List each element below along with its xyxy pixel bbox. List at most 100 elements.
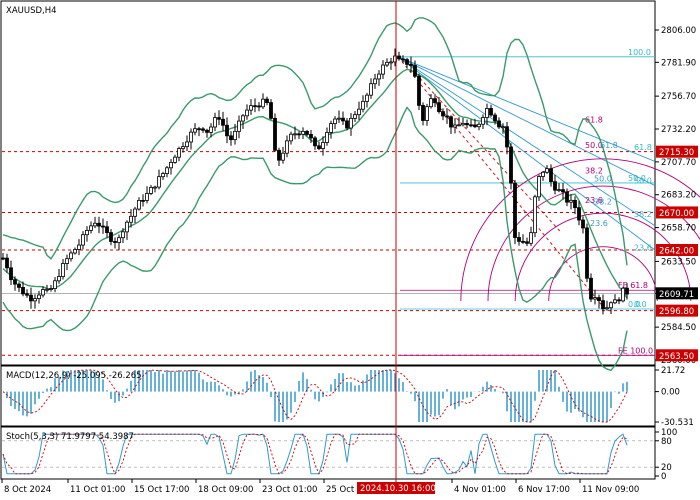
price-tick-label: 2683.20 <box>661 191 696 201</box>
time-tick-label: 11 Oct 01:00 <box>70 485 125 495</box>
candle-body <box>389 61 393 64</box>
candle-body <box>433 98 437 104</box>
candle-body <box>605 307 609 310</box>
candle-body <box>517 237 521 242</box>
candle-body <box>521 240 525 243</box>
candle-body <box>193 128 197 133</box>
candle-body <box>345 120 349 129</box>
candle-body <box>77 244 81 250</box>
candle-body <box>89 225 93 231</box>
candle-body <box>221 118 225 126</box>
candle-body <box>485 108 489 118</box>
candle-body <box>237 120 241 132</box>
candle-body <box>525 241 529 244</box>
candle-body <box>497 120 501 128</box>
candle-body <box>25 293 29 296</box>
candle-body <box>325 132 329 143</box>
candle-body <box>341 117 345 122</box>
candle-body <box>557 189 561 192</box>
candle-body <box>165 167 169 174</box>
time-tick-label: 23 Oct 01:00 <box>262 485 317 495</box>
candle-body <box>625 287 629 295</box>
candle-body <box>461 122 465 126</box>
candle-body <box>513 182 517 238</box>
candle-body <box>369 83 373 96</box>
fib-retracement-label: 100.0 <box>628 48 651 57</box>
candle-body <box>125 221 129 233</box>
candle-body <box>573 199 577 209</box>
candle-body <box>217 117 221 120</box>
candle-body <box>81 234 85 246</box>
candle-body <box>309 134 313 139</box>
candle-body <box>209 126 213 133</box>
fib-side-label: 0.0 <box>634 300 647 309</box>
chart-title: XAUUSD,H4 <box>6 6 57 16</box>
candle-body <box>229 135 233 141</box>
candle-body <box>145 193 149 201</box>
candle-body <box>561 189 565 193</box>
candle-body <box>541 171 545 177</box>
candle-body <box>445 115 449 118</box>
candle-body <box>113 241 117 243</box>
candle-body <box>357 108 361 116</box>
candle-body <box>493 114 497 122</box>
candle-body <box>225 124 229 137</box>
candle-body <box>453 124 457 128</box>
candle-body <box>45 288 49 291</box>
candle-body <box>9 267 13 281</box>
candle-body <box>41 289 45 296</box>
candle-body <box>205 129 209 133</box>
candle-body <box>173 156 177 163</box>
candle-body <box>129 215 133 223</box>
candle-body <box>133 208 137 217</box>
price-tick-label: 2707.70 <box>661 158 696 168</box>
chart-canvas: 100.050.00.061.850.038.223.661.850.038.2… <box>0 0 700 500</box>
candle-body <box>13 279 17 285</box>
candle-body <box>501 126 505 129</box>
macd-title: MACD(12,26,9) -25.095 -26.265 <box>6 371 142 381</box>
candle-body <box>545 168 549 173</box>
candle-body <box>429 98 433 108</box>
fib-side-label: 38.2 <box>634 210 652 219</box>
fib-side-label: 50.0 <box>634 177 652 186</box>
candle-body <box>481 117 485 125</box>
candle-body <box>489 108 493 116</box>
candle-body <box>317 145 321 149</box>
candle-body <box>333 118 337 125</box>
candle-body <box>253 105 257 108</box>
candle-body <box>473 124 477 128</box>
candle-body <box>273 117 277 151</box>
candle-body <box>301 130 305 135</box>
candle-body <box>449 116 453 128</box>
candle-body <box>609 302 613 309</box>
candle-body <box>417 75 421 106</box>
candle-body <box>93 222 97 227</box>
candle-body <box>73 249 77 254</box>
candle-body <box>21 286 25 295</box>
candle-body <box>313 137 317 147</box>
macd-tick-label: 0.00 <box>661 388 680 398</box>
candle-body <box>413 65 417 77</box>
candle-body <box>549 168 553 183</box>
time-tick-label: 4 Nov 01:00 <box>454 485 506 495</box>
candle-body <box>405 59 409 65</box>
fib-fan-label: 23.6 <box>590 219 608 228</box>
time-tick-label: 8 Oct 2024 <box>4 485 51 495</box>
key-level-label: 2596.80 <box>659 307 694 317</box>
macd-tick-label: -30.531 <box>661 418 694 428</box>
fib-side-label: 23.6 <box>634 244 652 253</box>
macd-tick-label: 21.72 <box>661 366 685 376</box>
candle-body <box>321 142 325 149</box>
candle-body <box>37 294 41 300</box>
price-tick-label: 2633.50 <box>661 257 696 267</box>
candle-body <box>1 257 5 260</box>
stoch-tick-label: 0 <box>661 472 666 482</box>
candle-body <box>29 294 33 302</box>
candle-body <box>241 115 245 122</box>
candle-body <box>269 102 273 119</box>
candle-body <box>293 133 297 136</box>
candle-body <box>33 298 37 302</box>
time-tick-label: 6 Nov 17:00 <box>518 485 570 495</box>
candle-body <box>381 64 385 75</box>
candle-body <box>401 58 405 61</box>
